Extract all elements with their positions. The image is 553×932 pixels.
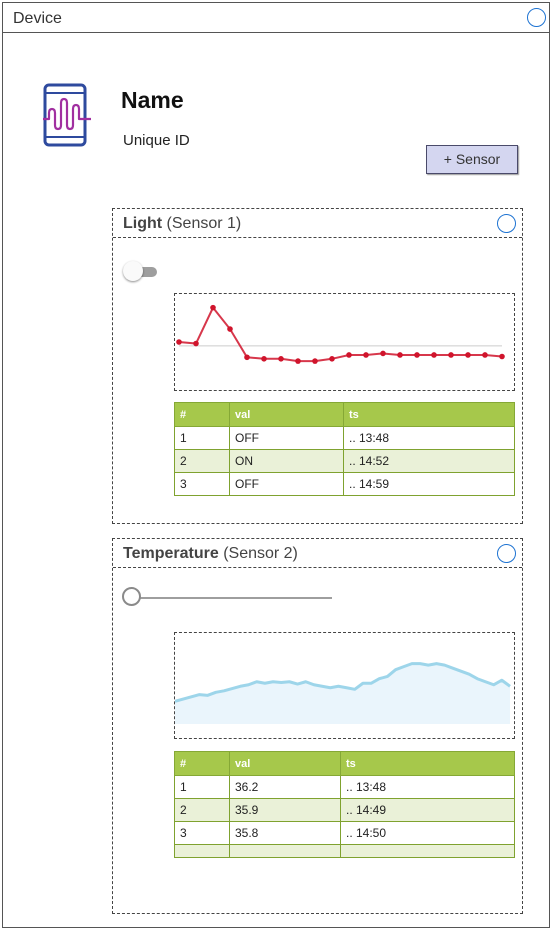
temperature-chart-svg (175, 662, 511, 724)
table-header-row: # val ts (174, 751, 515, 776)
table-cell: 3 (174, 472, 230, 496)
table-row (174, 844, 515, 858)
sensor-panel-header: Temperature (Sensor 2) (113, 539, 522, 568)
data-point (295, 358, 301, 364)
temperature-slider[interactable] (122, 587, 332, 609)
data-point (363, 352, 369, 358)
series-line (178, 305, 503, 363)
data-point (176, 339, 182, 345)
table-cell: 36.2 (229, 775, 341, 799)
window-title: Device (13, 10, 62, 27)
table-header-cell: val (229, 402, 344, 427)
sensor-panel-light: Light (Sensor 1) # val ts 1 OFF .. 13:48 (112, 208, 523, 524)
table-cell: 2 (174, 798, 230, 822)
sensor-circle-button[interactable] (497, 544, 516, 563)
table-header-row: # val ts (174, 402, 515, 427)
add-sensor-button[interactable]: + Sensor (426, 145, 518, 174)
temperature-chart (174, 632, 515, 739)
table-cell (229, 844, 341, 858)
table-cell: OFF (229, 426, 344, 450)
sensor-panel-temperature: Temperature (Sensor 2) # val ts 1 36.2 .… (112, 538, 523, 914)
toggle-knob (123, 261, 143, 281)
data-point (278, 356, 284, 362)
data-point (312, 358, 318, 364)
light-chart (174, 293, 515, 391)
table-header-cell: # (174, 402, 230, 427)
light-table: # val ts 1 OFF .. 13:48 2 ON .. 14:52 3 … (174, 402, 515, 496)
data-point (346, 352, 352, 358)
table-cell: 2 (174, 449, 230, 473)
data-point (465, 352, 471, 358)
device-unique-id: Unique ID (123, 132, 190, 149)
data-point (431, 352, 437, 358)
data-point (414, 352, 420, 358)
data-point (380, 350, 386, 357)
sensor-name: Light (123, 215, 163, 232)
device-window: Device Name Unique ID + Sensor Light (Se… (2, 2, 550, 928)
slider-knob[interactable] (122, 587, 141, 606)
table-cell: OFF (229, 472, 344, 496)
series-area (175, 663, 510, 724)
table-cell: 1 (174, 426, 230, 450)
table-cell (340, 844, 515, 858)
slider-track (132, 597, 332, 599)
table-cell: .. 14:59 (343, 472, 515, 496)
temperature-table: # val ts 1 36.2 .. 13:48 2 35.9 .. 14:49… (174, 751, 515, 858)
sensor-panel-header: Light (Sensor 1) (113, 209, 522, 238)
table-row: 1 36.2 .. 13:48 (174, 775, 515, 799)
sensor-circle-button[interactable] (497, 214, 516, 233)
table-row: 1 OFF .. 13:48 (174, 426, 515, 450)
table-header-cell: val (229, 751, 341, 776)
table-cell: .. 14:49 (340, 798, 515, 822)
light-toggle[interactable] (123, 261, 157, 283)
table-cell: .. 13:48 (343, 426, 515, 450)
window-circle-button[interactable] (527, 8, 546, 27)
table-cell: .. 13:48 (340, 775, 515, 799)
table-row: 3 OFF .. 14:59 (174, 472, 515, 496)
light-chart-svg (176, 304, 505, 364)
table-header-cell: ts (343, 402, 515, 427)
data-point (227, 326, 233, 332)
table-row: 2 35.9 .. 14:49 (174, 798, 515, 822)
table-cell (174, 844, 230, 858)
sensor-title: Temperature (Sensor 2) (123, 545, 298, 563)
data-point (499, 353, 505, 360)
data-point (261, 356, 267, 362)
table-cell: .. 14:52 (343, 449, 515, 473)
sensor-title: Light (Sensor 1) (123, 215, 241, 233)
data-point (448, 352, 454, 358)
table-cell: 35.8 (229, 821, 341, 845)
table-row: 2 ON .. 14:52 (174, 449, 515, 473)
table-cell: 1 (174, 775, 230, 799)
table-cell: 3 (174, 821, 230, 845)
sensor-suffix: (Sensor 2) (223, 545, 298, 562)
window-titlebar: Device (3, 3, 549, 33)
device-name: Name (121, 87, 184, 113)
table-cell: 35.9 (229, 798, 341, 822)
table-header-cell: # (174, 751, 230, 776)
data-point (210, 304, 216, 311)
device-signal-icon (43, 83, 91, 147)
data-point (397, 352, 403, 358)
data-point (244, 354, 250, 361)
sensor-name: Temperature (123, 545, 219, 562)
sensor-suffix: (Sensor 1) (166, 215, 242, 232)
table-header-cell: ts (340, 751, 515, 776)
table-row: 3 35.8 .. 14:50 (174, 821, 515, 845)
table-cell: .. 14:50 (340, 821, 515, 845)
data-point (482, 352, 488, 358)
data-point (193, 340, 199, 347)
table-cell: ON (229, 449, 344, 473)
data-point (329, 356, 335, 362)
